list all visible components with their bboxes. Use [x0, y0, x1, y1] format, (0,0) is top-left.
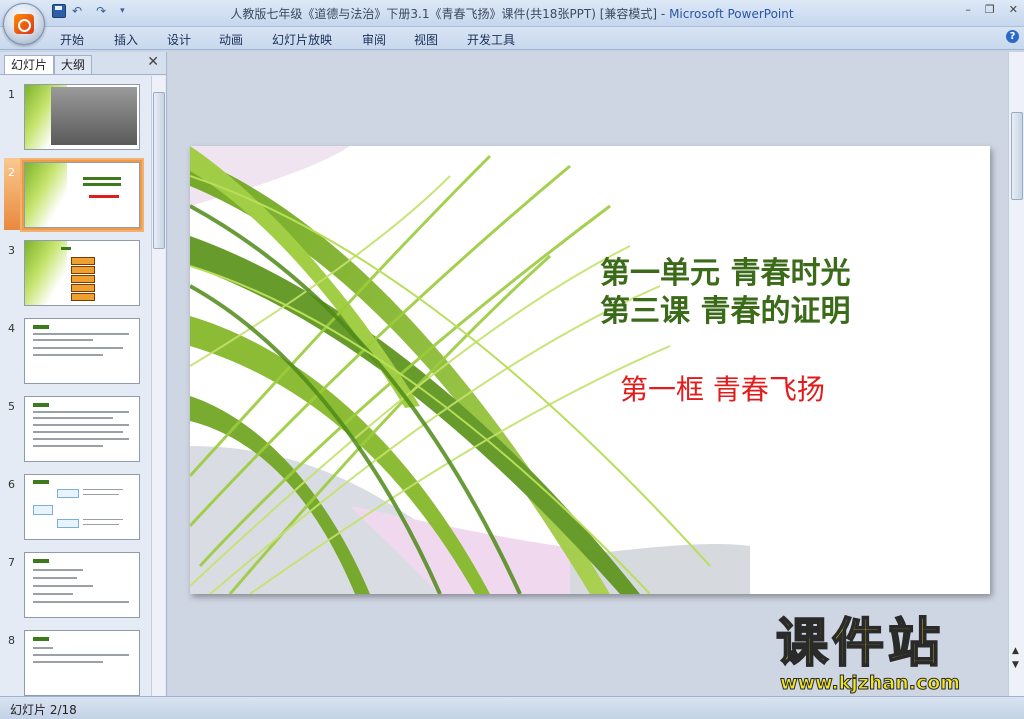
scrollbar-thumb[interactable]: [153, 92, 165, 249]
thumbnail-text: [83, 519, 123, 520]
title-bar: ↶ ↷ ▾ 人教版七年级《道德与法治》下册3.1《青春飞扬》课件(共18张PPT…: [0, 0, 1024, 27]
thumbnail-title: [33, 403, 49, 407]
thumbnail-box: [33, 505, 53, 515]
thumbnail-text: [33, 411, 129, 413]
slide-thumbnail-7[interactable]: [24, 552, 140, 618]
thumbnail-text: [33, 661, 103, 663]
thumbnail-title: [33, 559, 49, 563]
thumbnail-text: [33, 654, 129, 656]
status-bar: 幻灯片 2/18: [0, 696, 1024, 719]
thumbnail-text: [33, 438, 129, 440]
thumbnail-title: [33, 480, 49, 484]
watermark-logo-text: 课件站: [775, 613, 945, 675]
slide-indicator: 幻灯片 2/18: [10, 703, 77, 717]
tab-home[interactable]: 开始: [60, 31, 84, 48]
thumbnail-text: [83, 524, 119, 525]
app-name: Microsoft PowerPoint: [669, 7, 794, 21]
slide-thumbnail-1[interactable]: [24, 84, 140, 150]
tab-review[interactable]: 审阅: [362, 31, 386, 48]
thumbnail-text: [83, 489, 123, 490]
thumbnail-title: [33, 325, 49, 329]
help-icon[interactable]: ?: [1006, 30, 1019, 43]
thumbnail-text: [33, 585, 93, 587]
thumbnail-text: [83, 494, 119, 495]
window-controls: – ❐ ✕: [965, 3, 1018, 16]
thumbnail-graphic: [25, 241, 67, 305]
tab-slideshow[interactable]: 幻灯片放映: [272, 31, 332, 48]
thumbnail-box: [71, 284, 95, 292]
thumbnail-photo: [51, 87, 137, 145]
thumbnail-box: [57, 519, 79, 528]
restore-button[interactable]: ❐: [985, 3, 995, 16]
slide-number: 6: [8, 478, 15, 491]
next-slide-icon[interactable]: ▼: [1012, 660, 1019, 670]
thumbnail-text: [33, 354, 103, 356]
thumbnail-text: [33, 339, 93, 341]
grass-graphic: [190, 146, 750, 594]
slide-thumbnail-8[interactable]: [24, 630, 140, 696]
slide-number: 7: [8, 556, 15, 569]
thumbnail-box: [71, 266, 95, 274]
slide-title-line2: 第三课 青春的证明: [600, 294, 851, 329]
window-title: 人教版七年级《道德与法治》下册3.1《青春飞扬》课件(共18张PPT) [兼容模…: [0, 5, 1024, 22]
previous-slide-icon[interactable]: ▲: [1012, 646, 1019, 656]
thumbnail-text: [33, 593, 73, 595]
slide-thumbnail-3[interactable]: [24, 240, 140, 306]
thumbnail-box: [71, 275, 95, 283]
slide-thumbnail-4[interactable]: [24, 318, 140, 384]
thumbnail-text: [33, 445, 103, 447]
slide-number: 8: [8, 634, 15, 647]
thumbnail-text: [33, 424, 129, 426]
watermark: 课件站 www.kjzhan.com: [775, 613, 1008, 695]
thumbnail-text: [33, 601, 129, 603]
scrollbar-thumb[interactable]: [1011, 112, 1023, 200]
ribbon-tabs: 开始 插入 设计 动画 幻灯片放映 审阅 视图 开发工具 ?: [0, 27, 1024, 50]
slide-thumbnail-6[interactable]: [24, 474, 140, 540]
thumbnail-box: [71, 257, 95, 265]
slide-number: 5: [8, 400, 15, 413]
panel-close-icon[interactable]: ✕: [147, 54, 159, 70]
slide-number: 3: [8, 244, 15, 257]
slide-thumbnail-5[interactable]: [24, 396, 140, 462]
tab-slides[interactable]: 幻灯片: [4, 55, 55, 74]
slide-number: 2: [8, 166, 15, 179]
thumbnail-box: [57, 489, 79, 498]
thumbnail-subtitle: [89, 195, 119, 198]
tab-design[interactable]: 设计: [167, 31, 191, 48]
tab-view[interactable]: 视图: [414, 31, 438, 48]
office-button[interactable]: [3, 3, 45, 45]
slide-thumbnail-2[interactable]: [22, 160, 142, 230]
thumbnail-text: [33, 647, 53, 649]
thumbnail-title: [61, 247, 71, 250]
document-title: 人教版七年级《道德与法治》下册3.1《青春飞扬》课件(共18张PPT) [兼容模…: [230, 7, 670, 21]
slide-scrollbar[interactable]: ▲ ▼: [1008, 52, 1024, 696]
tab-outline[interactable]: 大纲: [54, 55, 93, 74]
watermark-url: www.kjzhan.com: [779, 672, 961, 695]
panel-tabs: 幻灯片 大纲 ✕: [0, 52, 166, 75]
office-logo-icon: [14, 14, 34, 34]
thumbnail-list: 1 2 3 4 5 6 7 8: [0, 76, 150, 696]
slide-subtitle: 第一框 青春飞扬: [620, 373, 825, 406]
thumbnail-text: [33, 333, 129, 335]
slides-panel: 幻灯片 大纲 ✕ 1 2 3 4 5 6 7 8: [0, 52, 167, 696]
thumbnail-text: [33, 569, 83, 571]
thumbnail-title: [83, 183, 121, 186]
thumbnail-text: [33, 431, 123, 433]
thumbnail-scrollbar[interactable]: [151, 76, 165, 696]
close-button[interactable]: ✕: [1009, 3, 1018, 16]
thumbnail-text: [33, 347, 123, 349]
thumbnail-text: [33, 577, 77, 579]
minimize-button[interactable]: –: [965, 3, 971, 16]
slide-number: 1: [8, 88, 15, 101]
current-slide[interactable]: 第一单元 青春时光 第三课 青春的证明 第一框 青春飞扬: [190, 146, 990, 594]
tab-animations[interactable]: 动画: [219, 31, 243, 48]
slide-number: 4: [8, 322, 15, 335]
thumbnail-box: [71, 293, 95, 301]
thumbnail-graphic: [25, 163, 67, 227]
thumbnail-text: [33, 417, 113, 419]
thumbnail-title: [83, 177, 121, 180]
thumbnail-title: [33, 637, 49, 641]
tab-insert[interactable]: 插入: [114, 31, 138, 48]
tab-developer[interactable]: 开发工具: [467, 31, 515, 48]
